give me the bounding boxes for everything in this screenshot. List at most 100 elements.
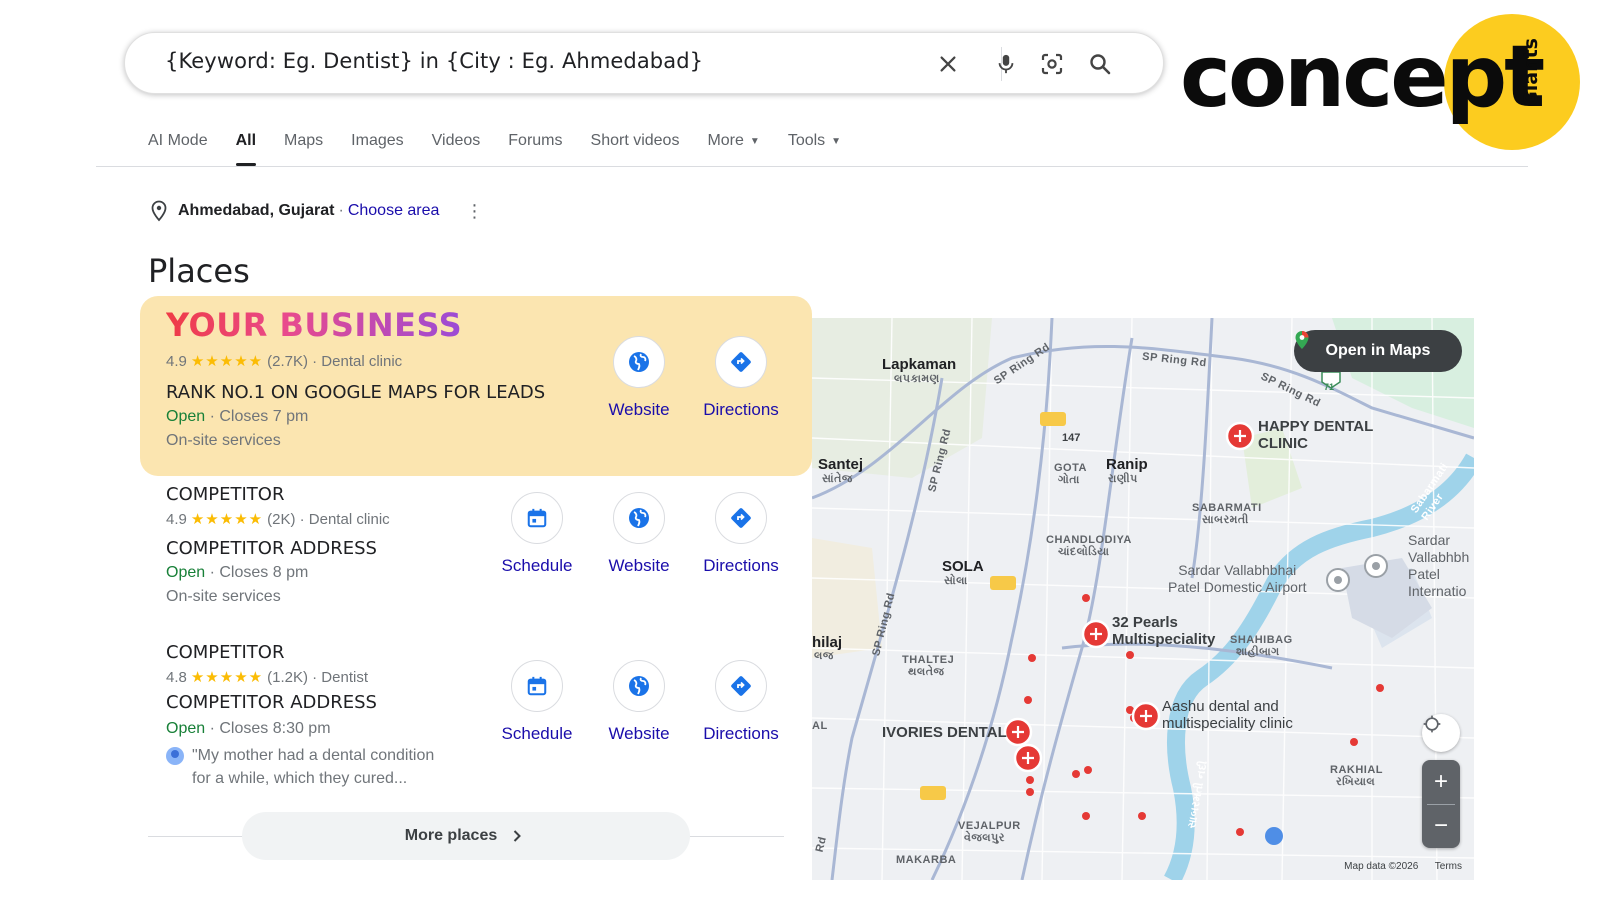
listing-hours: Open · Closes 7 pm — [166, 408, 308, 426]
listing-address: COMPETITOR ADDRESS — [166, 692, 377, 713]
directions-label: Directions — [703, 400, 779, 419]
zoom-controls: + − — [1422, 760, 1460, 848]
review-count: (1.2K) — [267, 668, 308, 686]
star-rating-icon: ★★★★★ — [190, 669, 264, 686]
tabs-divider — [96, 166, 1528, 167]
globe-icon — [629, 676, 649, 696]
choose-area-link[interactable]: Choose area — [348, 202, 440, 220]
more-options-icon[interactable]: ⋮ — [465, 202, 483, 220]
directions-icon — [731, 676, 751, 696]
logo-subtitle: Giants — [1520, 38, 1542, 107]
location-separator: · — [338, 202, 344, 219]
map-label-chandlodiya-gu: ચાંદલોડિયા — [1058, 546, 1110, 558]
more-places-label: More places — [404, 827, 498, 844]
tab-tools-label: Tools — [787, 132, 826, 149]
listing-actions: Schedule Website Directions — [486, 660, 792, 744]
website-label: Website — [608, 400, 670, 419]
map-label-santej: Santej — [818, 456, 864, 473]
open-status: Open — [166, 408, 206, 425]
location-pin-icon — [151, 200, 167, 222]
schedule-label: Schedule — [501, 724, 573, 743]
listing-category: · Dental clinic — [312, 352, 403, 370]
maps-pin-icon — [1295, 331, 1309, 349]
chevron-right-icon — [514, 830, 522, 842]
map-label-lapkaman-gu: લપકામણ — [894, 373, 940, 385]
listing-service: On-site services — [166, 588, 281, 605]
map-view[interactable]: Open in Maps Lapkaman લપકામણ Santej સાંત… — [812, 318, 1474, 880]
map-label-lapkaman: Lapkaman — [882, 356, 957, 373]
map-label-route-147: 147 — [1062, 432, 1081, 444]
rating-value: 4.9 — [166, 352, 187, 370]
calendar-icon — [527, 676, 547, 696]
schedule-label: Schedule — [501, 556, 573, 575]
tab-ai-mode[interactable]: AI Mode — [148, 130, 208, 166]
schedule-button[interactable]: Schedule — [486, 492, 588, 576]
listing-address: COMPETITOR ADDRESS — [166, 538, 377, 559]
location-row: Ahmedabad, Gujarat · Choose area ⋮ — [150, 200, 483, 222]
tab-images[interactable]: Images — [351, 130, 403, 166]
lens-icon[interactable] — [1037, 49, 1067, 79]
schedule-button[interactable]: Schedule — [486, 660, 588, 744]
search-tabs: AI Mode All Maps Images Videos Forums Sh… — [148, 130, 869, 166]
clear-icon[interactable] — [933, 49, 963, 79]
zoom-out-icon[interactable]: − — [1434, 804, 1448, 848]
map-label-vejalpur-gu: વેજલપુર — [964, 832, 1005, 844]
search-bar[interactable]: {Keyword: Eg. Dentist} in {City : Eg. Ah… — [124, 32, 1164, 94]
directions-label: Directions — [703, 724, 779, 743]
review-count: (2.7K) — [267, 352, 308, 370]
directions-icon — [731, 352, 751, 372]
map-label-ivories-dental[interactable]: IVORIES DENTAL — [882, 724, 1007, 741]
open-in-maps-button[interactable]: Open in Maps — [1294, 330, 1462, 372]
map-label-ranip: Ranip — [1106, 456, 1148, 473]
listing-rating: 4.9 ★★★★★ (2.7K) · Dental clinic — [166, 352, 403, 371]
website-button[interactable]: Website — [588, 660, 690, 744]
my-location-button[interactable] — [1422, 714, 1460, 752]
map-label-gota-gu: ગોતા — [1058, 474, 1080, 486]
map-label-route-71: 71 — [1324, 382, 1335, 392]
map-label-aashu-dental[interactable]: Aashu dental and multispeciality clinic — [1162, 698, 1293, 732]
map-label-makarba: MAKARBA — [896, 854, 957, 866]
directions-button[interactable]: Directions — [690, 492, 792, 576]
review-text-line: "My mother had a dental condition — [192, 747, 435, 764]
places-heading: Places — [148, 252, 250, 290]
rating-value: 4.9 — [166, 510, 187, 528]
map-label-sabarmati-gu: સાબરમતી — [1202, 514, 1249, 526]
listing-name[interactable]: COMPETITOR — [166, 484, 284, 505]
search-input[interactable]: {Keyword: Eg. Dentist} in {City : Eg. Ah… — [165, 49, 703, 73]
caret-down-icon: ▼ — [749, 136, 760, 147]
directions-button[interactable]: Directions — [690, 660, 792, 744]
closing-time: · Closes 7 pm — [209, 408, 309, 425]
website-label: Website — [608, 724, 670, 743]
tab-all[interactable]: All — [235, 130, 257, 166]
map-label-32-pearls[interactable]: 32 Pearls Multispeciality — [1112, 614, 1215, 648]
map-label-santej-gu: સાંતેજ — [822, 473, 853, 485]
more-places-button[interactable]: More places — [242, 812, 690, 860]
map-data-attribution: Map data ©2026 — [1344, 861, 1419, 872]
map-label-happy-dental[interactable]: HAPPY DENTAL CLINIC — [1258, 418, 1373, 452]
website-button[interactable]: Website — [588, 492, 690, 576]
directions-button[interactable]: Directions — [690, 336, 792, 420]
listing-rating: 4.9 ★★★★★ (2K) · Dental clinic — [166, 510, 390, 529]
listing-name[interactable]: COMPETITOR — [166, 642, 284, 663]
tab-videos[interactable]: Videos — [432, 130, 481, 166]
rating-value: 4.8 — [166, 668, 187, 686]
website-button[interactable]: Website — [588, 336, 690, 420]
tab-forums[interactable]: Forums — [508, 130, 562, 166]
microphone-icon[interactable] — [991, 49, 1021, 79]
tab-tools[interactable]: Tools ▼ — [788, 130, 841, 166]
search-icon[interactable] — [1085, 49, 1115, 79]
action-circle — [715, 492, 767, 544]
tab-more[interactable]: More ▼ — [707, 130, 759, 166]
action-circle — [613, 336, 665, 388]
tab-short-videos[interactable]: Short videos — [591, 130, 680, 166]
tab-more-label: More — [707, 132, 744, 149]
tab-maps[interactable]: Maps — [284, 130, 323, 166]
reviewer-avatar — [166, 747, 184, 765]
listing-review: "My mother had a dental condition for a … — [166, 744, 434, 790]
logo-word: concept — [1180, 27, 1545, 127]
map-label-hilaj-gu: લજ — [814, 650, 834, 662]
zoom-in-icon[interactable]: + — [1434, 760, 1448, 804]
action-circle — [613, 660, 665, 712]
map-terms-link[interactable]: Terms — [1435, 861, 1462, 872]
map-label-rakhial-gu: રખિયાલ — [1336, 776, 1376, 788]
